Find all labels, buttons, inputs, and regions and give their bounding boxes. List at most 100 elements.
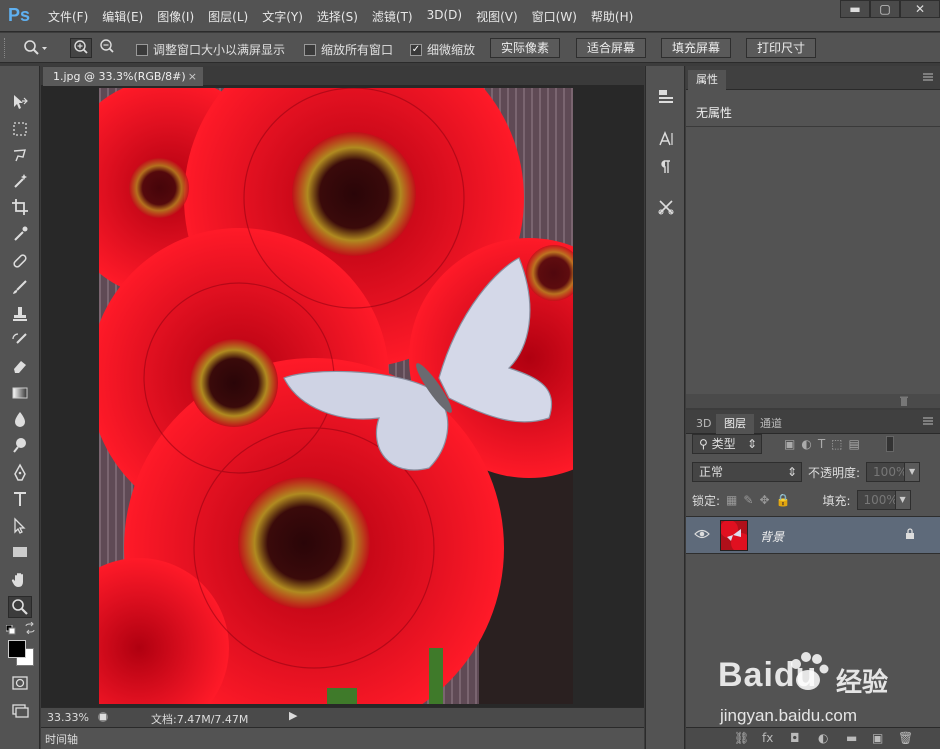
layer-row[interactable]: 背景: [686, 516, 940, 554]
menu-edit[interactable]: 编辑(E): [102, 8, 143, 25]
tab-channels[interactable]: 通道: [752, 414, 790, 434]
eraser-tool-icon[interactable]: [8, 356, 32, 378]
filter-pixel-icon[interactable]: ▣: [784, 437, 795, 451]
fill-screen-button[interactable]: 填充屏幕: [661, 38, 732, 58]
lasso-tool-icon[interactable]: [8, 145, 32, 167]
rectangle-tool-icon[interactable]: [8, 542, 32, 564]
lock-pixels-icon[interactable]: ✎: [743, 493, 753, 507]
crop-tool-icon[interactable]: [8, 197, 32, 219]
checkbox-box[interactable]: [136, 43, 148, 56]
tab-layers[interactable]: 图层: [716, 414, 754, 434]
status-arrow-icon[interactable]: ▶: [289, 709, 297, 722]
swap-colors-icon[interactable]: [24, 621, 36, 637]
type-tool-icon[interactable]: [8, 489, 32, 511]
brush-tool-icon[interactable]: [8, 277, 32, 299]
new-layer-icon[interactable]: ▣: [872, 731, 883, 745]
history-brush-tool-icon[interactable]: [8, 330, 32, 352]
history-panel-icon[interactable]: [655, 88, 677, 110]
canvas-area[interactable]: [41, 86, 644, 707]
menu-type[interactable]: 文字(Y): [262, 8, 303, 25]
lock-transparent-icon[interactable]: ▦: [726, 493, 737, 507]
menu-layer[interactable]: 图层(L): [208, 8, 248, 25]
path-selection-tool-icon[interactable]: [8, 516, 32, 538]
healing-brush-tool-icon[interactable]: [8, 251, 32, 273]
clone-stamp-tool-icon[interactable]: [8, 304, 32, 326]
dodge-tool-icon[interactable]: [8, 435, 32, 457]
marquee-tool-icon[interactable]: [8, 119, 32, 141]
filter-shape-icon[interactable]: ⬚: [831, 437, 842, 451]
layer-filter-select[interactable]: ⚲ 类型 ⇕: [692, 434, 762, 454]
fill-field[interactable]: 100% ▼: [856, 490, 911, 510]
print-size-button[interactable]: 打印尺寸: [746, 38, 817, 58]
menu-image[interactable]: 图像(I): [157, 8, 194, 25]
add-mask-icon[interactable]: ◘: [790, 731, 800, 745]
blend-mode-select[interactable]: 正常 ⇕: [692, 462, 802, 482]
link-layers-icon[interactable]: ⛓: [734, 731, 749, 745]
resize-windows-to-fit-checkbox[interactable]: 调整窗口大小以满屏显示: [136, 41, 285, 58]
filter-adjustment-icon[interactable]: ◐: [801, 437, 811, 451]
foreground-color-swatch[interactable]: [8, 640, 26, 658]
close-button[interactable]: ✕: [900, 0, 940, 18]
fit-screen-button[interactable]: 适合屏幕: [576, 38, 647, 58]
tab-properties[interactable]: 属性: [688, 70, 726, 90]
zoom-out-icon[interactable]: [96, 38, 118, 58]
paragraph-panel-icon[interactable]: [655, 158, 677, 180]
lock-position-icon[interactable]: ✥: [759, 493, 769, 507]
default-colors-icon[interactable]: [5, 624, 16, 638]
document-tab[interactable]: 1.jpg @ 33.3%(RGB/8#) ×: [43, 67, 203, 86]
menu-window[interactable]: 窗口(W): [532, 8, 577, 25]
options-grip[interactable]: [4, 38, 8, 58]
lock-all-icon[interactable]: 🔒: [776, 493, 791, 507]
minimize-button[interactable]: ▬: [840, 0, 870, 18]
gradient-tool-icon[interactable]: [8, 383, 32, 405]
hand-tool-icon[interactable]: [8, 570, 32, 592]
opacity-dropdown-icon[interactable]: ▼: [904, 462, 921, 482]
actual-pixels-button[interactable]: 实际像素: [490, 38, 561, 58]
eye-icon[interactable]: [694, 528, 710, 544]
panel-menu-icon[interactable]: [922, 71, 934, 86]
magic-wand-tool-icon[interactable]: [8, 171, 32, 193]
chevron-down-icon: ⇕: [786, 465, 797, 479]
zoom-level[interactable]: 33.33%: [47, 711, 89, 724]
filter-toggle[interactable]: [885, 436, 894, 452]
zoom-tool-icon[interactable]: [8, 596, 32, 618]
tab-3d[interactable]: 3D: [688, 414, 719, 434]
menu-help[interactable]: 帮助(H): [591, 8, 633, 25]
move-tool-icon[interactable]: [8, 92, 32, 114]
canvas-image[interactable]: [99, 88, 573, 704]
status-menu-icon[interactable]: [97, 711, 109, 726]
menu-select[interactable]: 选择(S): [317, 8, 358, 25]
checkbox-box-checked[interactable]: ✓: [410, 43, 422, 56]
blur-tool-icon[interactable]: [8, 409, 32, 431]
layer-style-icon[interactable]: fx: [762, 731, 773, 745]
adjustment-layer-icon[interactable]: ◐: [818, 731, 828, 745]
tool-presets-icon[interactable]: [655, 198, 677, 220]
scrubby-zoom-checkbox[interactable]: ✓ 细微缩放: [410, 41, 475, 58]
delete-icon[interactable]: [898, 395, 910, 410]
zoom-tool-preset-icon[interactable]: [22, 38, 48, 58]
screen-mode-icon[interactable]: [8, 700, 32, 722]
zoom-in-icon[interactable]: [70, 38, 92, 58]
timeline-tab[interactable]: 时间轴: [45, 731, 78, 747]
layer-thumbnail[interactable]: [720, 520, 748, 551]
opacity-field[interactable]: 100% ▼: [866, 462, 921, 482]
delete-layer-icon[interactable]: 🗑: [898, 731, 913, 745]
pen-tool-icon[interactable]: [8, 463, 32, 485]
character-panel-icon[interactable]: [655, 130, 677, 152]
panel-menu-icon[interactable]: [922, 415, 934, 430]
new-group-icon[interactable]: ▬: [846, 731, 857, 745]
layer-name[interactable]: 背景: [760, 528, 784, 545]
maximize-button[interactable]: ▢: [870, 0, 900, 18]
close-tab-icon[interactable]: ×: [188, 67, 197, 86]
quick-mask-icon[interactable]: [8, 673, 32, 695]
menu-file[interactable]: 文件(F): [48, 8, 88, 25]
menu-view[interactable]: 视图(V): [476, 8, 518, 25]
zoom-all-windows-checkbox[interactable]: 缩放所有窗口: [304, 41, 393, 58]
menu-filter[interactable]: 滤镜(T): [372, 8, 413, 25]
filter-smart-object-icon[interactable]: ▤: [849, 437, 860, 451]
checkbox-box[interactable]: [304, 43, 316, 56]
filter-type-icon[interactable]: T: [818, 437, 825, 451]
fill-dropdown-icon[interactable]: ▼: [894, 490, 911, 510]
menu-3d[interactable]: 3D(D): [427, 8, 462, 25]
eyedropper-tool-icon[interactable]: [8, 224, 32, 246]
